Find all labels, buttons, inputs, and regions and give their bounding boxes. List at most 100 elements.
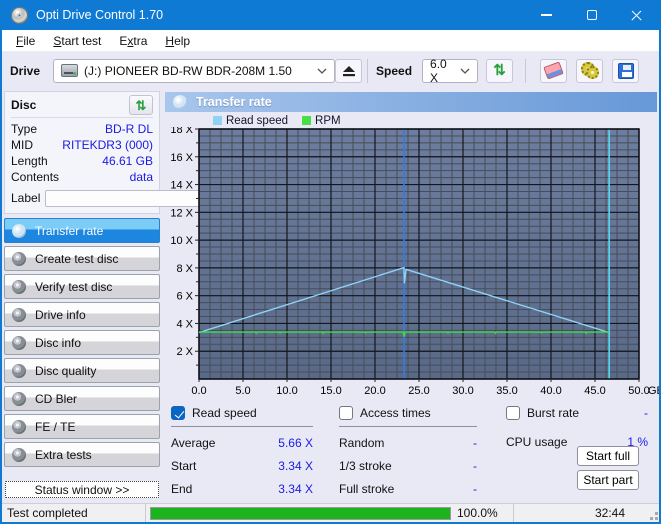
svg-text:20.0: 20.0	[364, 385, 385, 397]
start-buttons: Start full Start part	[577, 446, 639, 490]
disc-row-label: Length	[11, 154, 48, 168]
maximize-icon	[586, 10, 597, 20]
disc-icon	[12, 419, 26, 434]
save-button[interactable]	[612, 58, 640, 83]
window-controls	[524, 0, 659, 30]
svg-text:0.0: 0.0	[191, 385, 206, 397]
section-header: Transfer rate	[165, 92, 657, 112]
gears-icon	[580, 62, 599, 79]
menu-start-test[interactable]: Start test	[44, 32, 110, 50]
sidebar-item-drive-info[interactable]: Drive info	[4, 302, 160, 327]
read-speed-checkbox[interactable]	[171, 406, 185, 420]
elapsed-time: 32:44	[594, 506, 625, 520]
read-speed-checkbox-label: Read speed	[192, 406, 257, 420]
erase-disc-button[interactable]	[540, 58, 568, 83]
disc-row-value[interactable]: data	[130, 170, 153, 184]
drive-select[interactable]: (J:) PIONEER BD-RW BDR-208M 1.50	[53, 58, 336, 83]
access-times-checkbox[interactable]	[339, 406, 353, 420]
resize-grip[interactable]	[655, 517, 658, 520]
speed-label: Speed	[376, 63, 413, 78]
left-panel: Disc ⇅ Type BD-R DL MID RITEKDR3 (000) L…	[2, 89, 230, 503]
disc-row-mid: MID RITEKDR3 (000)	[11, 137, 153, 153]
eject-button[interactable]	[335, 58, 363, 83]
sidebar-item-create-test-disc[interactable]: Create test disc	[4, 246, 160, 271]
status-text: Test completed	[7, 506, 88, 520]
disc-icon	[12, 335, 26, 350]
close-button[interactable]	[614, 0, 659, 30]
progress-percent: 100.0%	[457, 506, 498, 520]
titlebar: Opti Drive Control 1.70	[2, 0, 659, 30]
refresh-arrows-icon: ⇅	[493, 62, 506, 79]
legend-swatch	[213, 116, 222, 125]
sidebar-item-disc-quality[interactable]: Disc quality	[4, 358, 160, 383]
app-disc-icon	[11, 6, 28, 24]
eraser-icon	[543, 61, 564, 80]
svg-text:4 X: 4 X	[176, 318, 193, 330]
start-full-button[interactable]: Start full	[577, 446, 639, 466]
disc-icon	[12, 307, 26, 322]
sidebar-item-fe-te[interactable]: FE / TE	[4, 414, 160, 439]
disc-row-contents: Contents data	[11, 169, 153, 185]
legend-item-read-speed: Read speed	[213, 115, 288, 127]
svg-text:5.0: 5.0	[235, 385, 250, 397]
status-window-button[interactable]: Status window >>	[5, 481, 159, 498]
refresh-arrows-icon: ⇅	[135, 97, 147, 113]
burst-rate-checkbox[interactable]	[506, 406, 520, 420]
end-value: 3.34 X	[278, 482, 313, 496]
svg-text:15.0: 15.0	[320, 385, 341, 397]
legend-item-rpm: RPM	[302, 115, 341, 127]
maximize-button[interactable]	[569, 0, 614, 30]
chevron-down-icon	[460, 68, 470, 74]
svg-text:18 X: 18 X	[170, 127, 193, 136]
svg-text:50.0: 50.0	[628, 385, 649, 397]
chart-legend: Read speed RPM	[213, 114, 657, 127]
menubar: File Start test Extra Help	[2, 30, 659, 52]
speed-select-value: 6.0 X	[430, 56, 447, 85]
main-area: Disc ⇅ Type BD-R DL MID RITEKDR3 (000) L…	[2, 89, 661, 503]
svg-text:6 X: 6 X	[176, 291, 193, 303]
toolbar-separator	[525, 58, 527, 83]
disc-icon	[12, 391, 26, 406]
settings-button[interactable]	[576, 58, 604, 83]
start-part-button[interactable]: Start part	[577, 470, 639, 490]
svg-text:35.0: 35.0	[496, 385, 517, 397]
one-third-stroke-value: -	[473, 459, 477, 473]
disc-row-value: BD-R DL	[104, 122, 153, 136]
app-window: Opti Drive Control 1.70 File Start test …	[0, 0, 661, 524]
start-value: 3.34 X	[278, 459, 313, 473]
svg-text:25.0: 25.0	[408, 385, 429, 397]
disc-label-row: Label	[11, 188, 230, 208]
disc-row-length: Length 46.61 GB	[11, 153, 153, 169]
svg-text:14 X: 14 X	[170, 180, 193, 192]
chevron-down-icon	[317, 68, 327, 74]
legend-label: RPM	[315, 114, 341, 127]
disc-icon	[173, 95, 187, 109]
sidebar-item-extra-tests[interactable]: Extra tests	[4, 442, 160, 467]
svg-text:45.0: 45.0	[584, 385, 605, 397]
sidebar-item-verify-test-disc[interactable]: Verify test disc	[4, 274, 160, 299]
menu-file[interactable]: File	[7, 32, 44, 50]
svg-text:12 X: 12 X	[170, 207, 193, 219]
svg-text:40.0: 40.0	[540, 385, 561, 397]
sidebar-item-cd-bler[interactable]: CD Bler	[4, 386, 160, 411]
disc-icon	[12, 447, 26, 462]
disc-row-label: MID	[11, 138, 33, 152]
sidebar-item-disc-info[interactable]: Disc info	[4, 330, 160, 355]
disc-icon	[12, 363, 26, 378]
refresh-speeds-button[interactable]: ⇅	[486, 58, 514, 83]
burst-rate-results: Burst rate - CPU usage 1 %	[506, 406, 648, 449]
refresh-disc-button[interactable]: ⇅	[129, 95, 153, 115]
content-panel: Transfer rate Read speed RPM 2 X 4 X 6 X 8 …	[162, 89, 661, 503]
disc-icon	[12, 279, 26, 294]
minimize-button[interactable]	[524, 0, 569, 30]
sidebar-item-transfer-rate[interactable]: Transfer rate	[4, 218, 160, 243]
disc-row-type: Type BD-R DL	[11, 121, 153, 137]
menu-help[interactable]: Help	[156, 32, 199, 50]
disc-panel: Disc ⇅ Type BD-R DL MID RITEKDR3 (000) L…	[4, 91, 230, 214]
minimize-icon	[541, 14, 552, 16]
close-icon	[630, 9, 643, 22]
progress-fill	[151, 507, 450, 519]
speed-select[interactable]: 6.0 X	[422, 56, 479, 85]
menu-extra[interactable]: Extra	[110, 32, 156, 50]
svg-text:10.0: 10.0	[276, 385, 297, 397]
